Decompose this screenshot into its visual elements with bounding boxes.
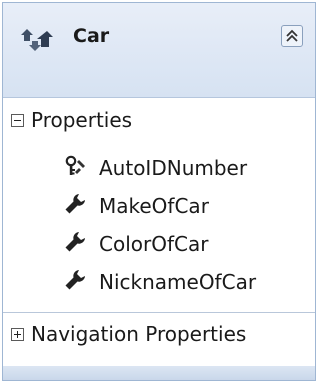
double-chevron-up-icon	[286, 29, 298, 42]
wrench-icon	[65, 232, 85, 252]
property-row[interactable]: ColorOfCar	[3, 226, 315, 262]
property-row[interactable]: NicknameOfCar	[3, 264, 315, 300]
section-navigation-label: Navigation Properties	[31, 322, 247, 346]
entity-footer	[3, 366, 315, 380]
property-label: NicknameOfCar	[99, 270, 257, 294]
entity-header[interactable]: Car	[3, 3, 315, 98]
collapse-button[interactable]	[281, 25, 303, 47]
section-properties-label: Properties	[31, 108, 133, 132]
property-row[interactable]: AutoIDNumber	[3, 150, 315, 186]
entity-body: Properties AutoIDNumber MakeOfCar ColorO…	[3, 98, 315, 368]
entity-shape-car[interactable]: Car Properties AutoIDNumber MakeOfCar Co…	[2, 2, 316, 381]
collapse-section-icon[interactable]	[11, 114, 24, 127]
section-properties[interactable]: Properties	[3, 106, 315, 140]
wrench-icon	[65, 194, 85, 214]
entity-title: Car	[73, 25, 110, 47]
property-label: ColorOfCar	[99, 232, 209, 256]
expand-section-icon[interactable]	[11, 328, 24, 341]
property-label: AutoIDNumber	[99, 156, 248, 180]
section-navigation[interactable]: Navigation Properties	[3, 320, 315, 354]
key-wrench-icon	[65, 155, 85, 175]
section-divider	[3, 312, 315, 313]
property-label: MakeOfCar	[99, 194, 209, 218]
wrench-icon	[65, 270, 85, 290]
property-row[interactable]: MakeOfCar	[3, 188, 315, 224]
entity-icon	[21, 29, 53, 51]
